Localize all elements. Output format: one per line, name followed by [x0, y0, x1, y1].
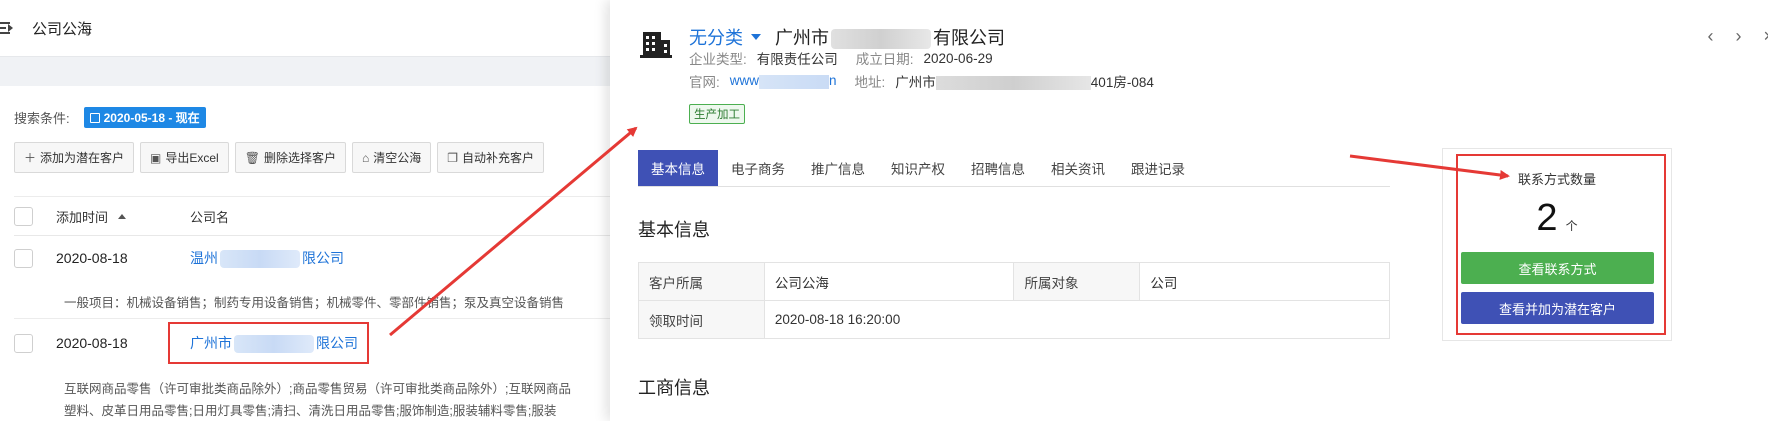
plus-icon: ＋ [24, 151, 37, 165]
building-icon [640, 32, 672, 58]
table-header: 添加时间 公司名 [14, 196, 610, 236]
divider-band [0, 56, 610, 86]
company-header: 无分类 广州市 有限公司 [689, 24, 1005, 50]
company-detail-drawer: 无分类 广州市 有限公司 企业类型: 有限责任公司 成立日期: 2020-06-2… [610, 0, 1768, 421]
section-title-business: 工商信息 [638, 378, 710, 398]
category-dropdown[interactable]: 无分类 [689, 24, 743, 50]
redacted-mask [831, 29, 931, 50]
tab-ip[interactable]: 知识产权 [878, 150, 958, 186]
table-row: 领取时间 2020-08-18 16:20:00 [638, 300, 1391, 339]
tab-ecommerce[interactable]: 电子商务 [718, 150, 798, 186]
calendar-icon [89, 112, 100, 123]
founded-date: 2020-06-29 [923, 50, 993, 66]
copy-icon: ❐ [447, 150, 459, 165]
sort-asc-icon[interactable] [118, 213, 127, 219]
tab-basic-info[interactable]: 基本信息 [638, 150, 718, 186]
industry-tag: 生产加工 [689, 104, 745, 124]
tab-promotion[interactable]: 推广信息 [798, 150, 878, 186]
col-header-name: 公司名 [190, 209, 230, 225]
prev-icon[interactable]: ‹ [1707, 26, 1713, 47]
row-company-link[interactable]: 温州 限公司 [190, 248, 344, 269]
row-description: 一般项目：机械设备销售；制药专用设备销售；机械零件、零部件销售；泵及真空设备销售 [64, 296, 565, 310]
tab-recruitment[interactable]: 招聘信息 [958, 150, 1038, 186]
section-title-basic: 基本信息 [638, 220, 710, 240]
basic-info-table: 客户所属 公司公海 所属对象 公司 领取时间 2020-08-18 16:20:… [638, 262, 1391, 339]
row-checkbox[interactable] [14, 248, 33, 268]
annotation-box-contact [1456, 154, 1666, 335]
auto-fill-button[interactable]: ❐ 自动补充客户 [437, 142, 545, 173]
next-icon[interactable]: › [1735, 26, 1741, 47]
row-description-2: 塑料、皮革日用品零售;日用灯具零售;清扫、清洗日用品零售;服饰制造;服装辅料零售… [64, 404, 557, 418]
annotation-box-company [168, 322, 369, 364]
trash-icon: 🗑 [244, 150, 260, 165]
website-link[interactable]: www n [730, 73, 837, 89]
date-range-tag[interactable]: 2020-05-18 - 现在 [83, 107, 206, 128]
search-conditions: 搜索条件: 2020-05-18 - 现在 [14, 107, 206, 128]
add-potential-button[interactable]: ＋添加为潜在客户 [14, 142, 135, 173]
company-type: 有限责任公司 [756, 52, 838, 67]
date-range-text: 2020-05-18 - 现在 [103, 111, 200, 125]
row-checkbox[interactable] [14, 333, 33, 353]
top-bar: 公司公海 [0, 0, 610, 56]
detail-tabs: 基本信息 电子商务 推广信息 知识产权 招聘信息 相关资讯 跟进记录 [638, 150, 1390, 187]
meta-row-2: 官网: www n 地址: 广州市 401房-084 [689, 71, 1172, 91]
menu-toggle-icon[interactable] [0, 19, 16, 37]
select-all-checkbox[interactable] [14, 206, 33, 226]
clear-icon: ⌂ [361, 150, 370, 165]
delete-selected-button[interactable]: 🗑 删除选择客户 [234, 142, 346, 173]
tab-news[interactable]: 相关资讯 [1038, 150, 1118, 186]
tab-follow-up[interactable]: 跟进记录 [1118, 150, 1198, 186]
col-header-time[interactable]: 添加时间 [56, 207, 174, 226]
row-description: 互联网商品零售（许可审批类商品除外）;商品零售贸易（许可审批类商品除外）;互联网… [64, 382, 571, 396]
excel-icon: ▣ [150, 150, 162, 165]
close-icon[interactable]: × [1763, 26, 1768, 47]
record-navigation: ‹ › × [1707, 26, 1768, 47]
action-toolbar: ＋添加为潜在客户 ▣ 导出Excel 🗑 删除选择客户 ⌂ 清空公海 ❐ 自动补充客户 [14, 142, 545, 173]
row-date: 2020-08-18 [56, 250, 128, 266]
table-row[interactable]: 2020-08-18 温州 限公司 [14, 237, 610, 279]
search-label: 搜索条件: [14, 111, 70, 126]
customer-pool-panel: 公司公海 搜索条件: 2020-05-18 - 现在 ＋添加为潜在客户 ▣ 导出E… [0, 0, 610, 421]
redacted-mask [220, 250, 300, 269]
page-title: 公司公海 [32, 20, 93, 38]
meta-row-1: 企业类型: 有限责任公司 成立日期: 2020-06-29 [689, 48, 1011, 68]
company-title: 广州市 有限公司 [775, 28, 1005, 50]
caret-down-icon[interactable] [751, 34, 761, 40]
export-excel-button[interactable]: ▣ 导出Excel [140, 142, 229, 173]
address: 广州市 401房-084 [895, 75, 1154, 91]
table-row: 客户所属 公司公海 所属对象 公司 [638, 262, 1390, 301]
clear-pool-button[interactable]: ⌂ 清空公海 [351, 142, 432, 173]
